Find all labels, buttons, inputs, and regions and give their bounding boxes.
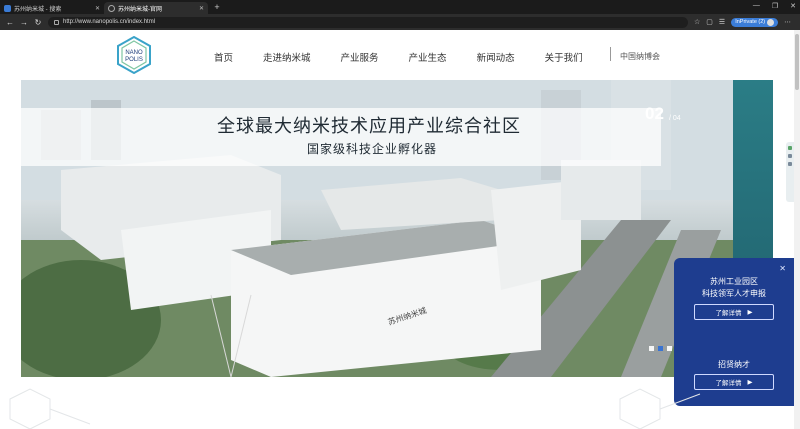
play-arrow-icon: ▶ xyxy=(747,309,753,316)
avatar xyxy=(767,18,775,26)
back-to-top-icon[interactable] xyxy=(788,162,792,166)
page-scrollbar[interactable] xyxy=(794,30,800,429)
close-icon[interactable]: ✕ xyxy=(779,264,786,273)
hero-banner[interactable]: 苏州纳米城 全球最大纳米技术应用产业综合社区 国家级科技企业孵化器 02 / 0… xyxy=(21,80,773,377)
slide-dot-2[interactable] xyxy=(658,346,663,351)
collections-icon[interactable]: ▢ xyxy=(706,18,713,26)
slide-dot-3[interactable] xyxy=(667,346,672,351)
close-window-icon[interactable]: ✕ xyxy=(790,2,796,10)
nav-item-services[interactable]: 产业服务 xyxy=(341,50,379,64)
slide-current-number: 02 xyxy=(645,104,664,123)
globe-favicon-icon xyxy=(108,4,115,12)
forward-icon[interactable]: → xyxy=(20,18,28,27)
browser-tab-search[interactable]: 苏州纳米城 - 搜索 ✕ xyxy=(0,2,104,14)
share-icon[interactable] xyxy=(788,146,792,150)
maximize-icon[interactable]: ❐ xyxy=(772,2,778,10)
promo-details-button[interactable]: 了解详情 ▶ xyxy=(694,304,774,320)
window-controls: — ❐ ✕ xyxy=(753,2,796,10)
hero-subtitle: 国家级科技企业孵化器 xyxy=(307,142,438,156)
tab-close-icon[interactable]: ✕ xyxy=(95,5,100,12)
qr-code-icon[interactable] xyxy=(788,154,792,158)
promo-details-label: 了解详情 xyxy=(715,310,742,317)
url-text: http://www.nanopolis.cn/index.html xyxy=(63,19,156,25)
nav-item-home[interactable]: 首页 xyxy=(214,50,233,64)
logo-text-bottom: POLIS xyxy=(125,57,143,63)
page-viewport: NANO POLIS 首页 走进纳米城 产业服务 产业生态 新闻动态 关于我们 … xyxy=(0,30,794,429)
nanopolis-logo[interactable]: NANO POLIS xyxy=(116,36,152,74)
search-favicon-icon xyxy=(4,4,11,12)
nav-divider xyxy=(610,47,611,61)
favorite-star-icon[interactable]: ☆ xyxy=(694,18,700,26)
refresh-icon[interactable]: ↻ xyxy=(34,18,42,27)
scrollbar-thumb[interactable] xyxy=(795,34,799,90)
browser-tab-nanopolis[interactable]: 苏州纳米城-官网 ✕ xyxy=(104,2,208,14)
slide-total-number: / 04 xyxy=(669,115,681,122)
decorative-network-pattern xyxy=(9,388,701,429)
browser-toolbar: ← → ↻ http://www.nanopolis.cn/index.html… xyxy=(0,14,800,30)
minimize-icon[interactable]: — xyxy=(753,2,760,10)
nav-item-about-city[interactable]: 走进纳米城 xyxy=(263,50,311,64)
tab-close-icon[interactable]: ✕ xyxy=(199,5,204,12)
tab-title: 苏州纳米城-官网 xyxy=(118,6,162,13)
tab-title: 苏州纳米城 - 搜索 xyxy=(14,6,62,13)
promo-line-1: 苏州工业园区 xyxy=(710,277,758,286)
site-info-icon[interactable] xyxy=(54,19,59,25)
hero-title: 全球最大纳米技术应用产业综合社区 xyxy=(217,116,521,137)
nav-item-news[interactable]: 新闻动态 xyxy=(477,50,515,64)
more-menu-icon[interactable]: ⋯ xyxy=(784,18,791,26)
nav-item-ecosystem[interactable]: 产业生态 xyxy=(409,50,447,64)
nav-item-about-us[interactable]: 关于我们 xyxy=(545,50,583,64)
side-mini-toolbar xyxy=(786,142,794,202)
favorites-list-icon[interactable]: ☰ xyxy=(719,18,725,26)
new-tab-button[interactable]: + xyxy=(212,2,222,12)
profile-label: InPrivate (2) xyxy=(735,19,766,25)
browser-tabstrip: 苏州纳米城 - 搜索 ✕ 苏州纳米城-官网 ✕ + — ❐ ✕ xyxy=(0,0,800,14)
recruit-title: 招贤纳才 xyxy=(718,360,750,369)
slide-dot-1[interactable] xyxy=(649,346,654,351)
main-nav: 首页 走进纳米城 产业服务 产业生态 新闻动态 关于我们 xyxy=(214,50,613,64)
back-icon[interactable]: ← xyxy=(6,18,14,27)
nav-item-expo[interactable]: 中国纳博会 xyxy=(620,51,660,62)
profile-button[interactable]: InPrivate (2) xyxy=(731,17,779,27)
promo-line-2: 科技领军人才申报 xyxy=(702,289,766,298)
address-bar[interactable]: http://www.nanopolis.cn/index.html xyxy=(48,16,688,28)
logo-text-top: NANO xyxy=(125,50,143,56)
